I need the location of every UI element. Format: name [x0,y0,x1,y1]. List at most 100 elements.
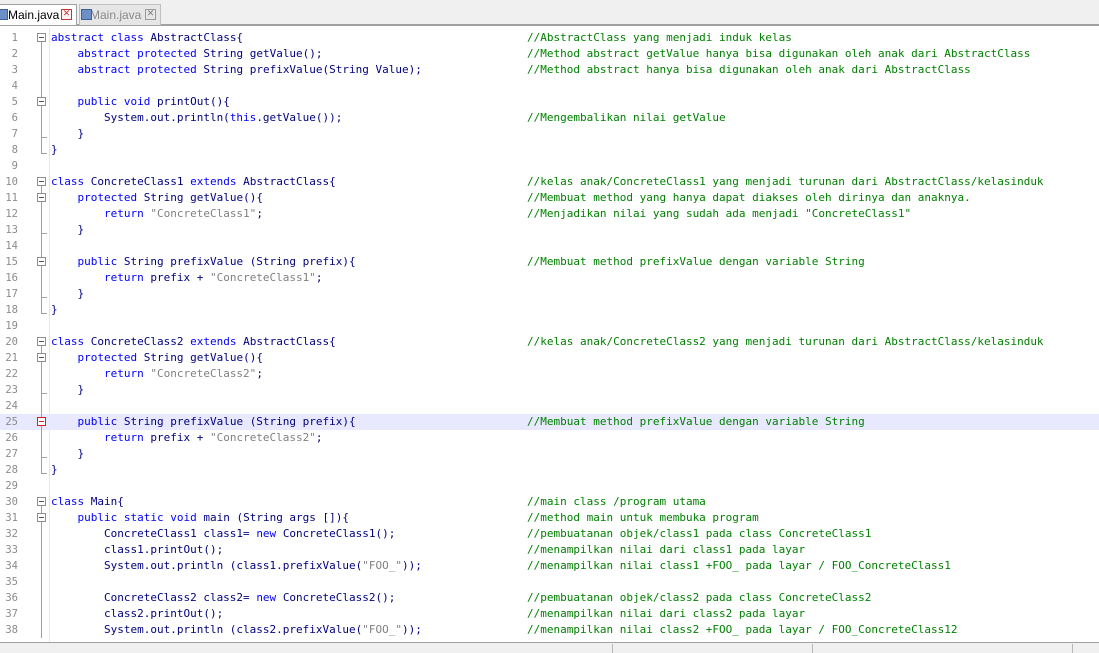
keyword-token: extends [190,335,244,348]
code-token: } [51,447,85,460]
code-line[interactable]: 15 public String prefixValue (String pre… [0,254,1099,270]
code-line[interactable]: 23 } [0,382,1099,398]
code-token: prefix + [150,271,210,284]
fold-gutter [30,494,50,510]
code-line[interactable]: 19 [0,318,1099,334]
fold-gutter [30,270,50,286]
code-text: } [51,446,84,462]
code-line[interactable]: 13 } [0,222,1099,238]
fold-toggle-icon[interactable] [37,353,46,362]
code-line[interactable]: 28} [0,462,1099,478]
string-token: "FOO_" [362,623,403,636]
code-line[interactable]: 35 [0,574,1099,590]
code-line[interactable]: 14 [0,238,1099,254]
keyword-token: class [51,175,91,188]
code-line[interactable]: 3 abstract protected String prefixValue(… [0,62,1099,78]
code-line[interactable]: 12 return "ConcreteClass1"; //Menjadikan … [0,206,1099,222]
code-line[interactable]: 21 protected String getValue(){ [0,350,1099,366]
fold-toggle-icon[interactable] [37,193,46,202]
fold-end-mark [41,393,47,394]
line-number: 16 [5,272,18,284]
code-line[interactable]: 16 return prefix + "ConcreteClass1"; [0,270,1099,286]
code-line[interactable]: 34 System.out.println (class1.prefixValu… [0,558,1099,574]
code-line[interactable]: 37 class2.printOut(); //menampilkan nilai… [0,606,1099,622]
line-number: 29 [5,480,18,492]
fold-toggle-icon[interactable] [37,257,46,266]
fold-gutter [30,30,50,46]
fold-toggle-icon[interactable] [37,177,46,186]
fold-gutter [30,94,50,110]
fold-gutter [30,110,50,126]
keyword-token: new [256,591,283,604]
code-token: ConcreteClass1 [90,175,191,188]
code-line[interactable]: 22 return "ConcreteClass2"; [0,366,1099,382]
code-text: ConcreteClass2 class2= new ConcreteClass… [51,590,395,606]
code-line[interactable]: 11 protected String getValue(){//Membuat… [0,190,1099,206]
fold-toggle-icon[interactable] [37,97,46,106]
code-line[interactable]: 18} [0,302,1099,318]
fold-end-mark [41,153,47,154]
close-icon[interactable]: ✕ [61,9,72,20]
keyword-token: protected [77,191,144,204]
code-line[interactable]: 29 [0,478,1099,494]
line-number: 28 [5,464,18,476]
code-line[interactable]: 8} [0,142,1099,158]
code-token: ; [315,271,323,284]
code-line[interactable]: 2 abstract protected String getValue(); /… [0,46,1099,62]
code-line[interactable]: 5 public void printOut(){ [0,94,1099,110]
code-text: class1.printOut(); [51,542,223,558]
fold-line [41,222,42,238]
keyword-token: public void [77,95,157,108]
code-line[interactable]: 33 class1.printOut(); //menampilkan nilai… [0,542,1099,558]
fold-gutter [30,206,50,222]
line-number: 25 [5,416,18,428]
code-line[interactable]: 24 [0,398,1099,414]
close-icon[interactable]: ✕ [145,9,156,20]
code-line[interactable]: 4 [0,78,1099,94]
code-token: System.out.println (class1.prefixValue( [51,559,363,572]
line-number: 7 [11,128,18,140]
line-number: 26 [5,432,18,444]
code-line[interactable]: 32 ConcreteClass1 class1= new ConcreteCl… [0,526,1099,542]
code-line[interactable]: 30 class Main{//main class /program utama [0,494,1099,510]
code-token: printOut(){ [156,95,230,108]
tab-main-java[interactable]: Main.java ✕ [79,4,161,25]
code-line[interactable]: 26 return prefix + "ConcreteClass2"; [0,430,1099,446]
fold-gutter [30,590,50,606]
code-token: String getValue(); [203,47,323,60]
fold-toggle-icon[interactable] [37,513,46,522]
code-editor[interactable]: 1 abstract class AbstractClass{//Abstract… [0,28,1099,642]
line-number: 5 [11,96,18,108]
code-line[interactable]: 36 ConcreteClass2 class2= new ConcreteCl… [0,590,1099,606]
code-text: } [51,286,84,302]
code-line[interactable]: 1 abstract class AbstractClass{//Abstract… [0,30,1099,46]
code-line[interactable]: 38 System.out.println (class2.prefixValu… [0,622,1099,638]
line-number: 22 [5,368,18,380]
code-line[interactable]: 10 class ConcreteClass1 extends AbstractC… [0,174,1099,190]
fold-line [41,446,42,462]
code-line[interactable]: 27 } [0,446,1099,462]
code-token: } [51,143,58,156]
code-line[interactable]: 31 public static void main (String args … [0,510,1099,526]
fold-toggle-icon[interactable] [37,33,46,42]
code-line[interactable]: 17 } [0,286,1099,302]
code-line[interactable]: 20 class ConcreteClass2 extends AbstractC… [0,334,1099,350]
code-line[interactable]: 7 } [0,126,1099,142]
code-comment: //menampilkan nilai dari class1 pada lay… [527,543,806,556]
code-token: ConcreteClass1(); [282,527,396,540]
line-number: 34 [5,560,18,572]
code-line[interactable]: 9 [0,158,1099,174]
fold-toggle-icon[interactable] [37,417,46,426]
fold-line [41,78,42,94]
code-line[interactable]: 25 public String prefixValue (String pre… [0,414,1099,430]
keyword-token: return [103,431,151,444]
line-number: 20 [5,336,18,348]
fold-toggle-icon[interactable] [37,497,46,506]
fold-gutter [30,446,50,462]
code-token: ConcreteClass2 [90,335,191,348]
tab-main-java-active[interactable]: Main.java ✕ [0,4,77,25]
fold-toggle-icon[interactable] [37,337,46,346]
code-line[interactable]: 6 System.out.println(this.getValue()); //… [0,110,1099,126]
code-token: class1.printOut(); [51,543,224,556]
